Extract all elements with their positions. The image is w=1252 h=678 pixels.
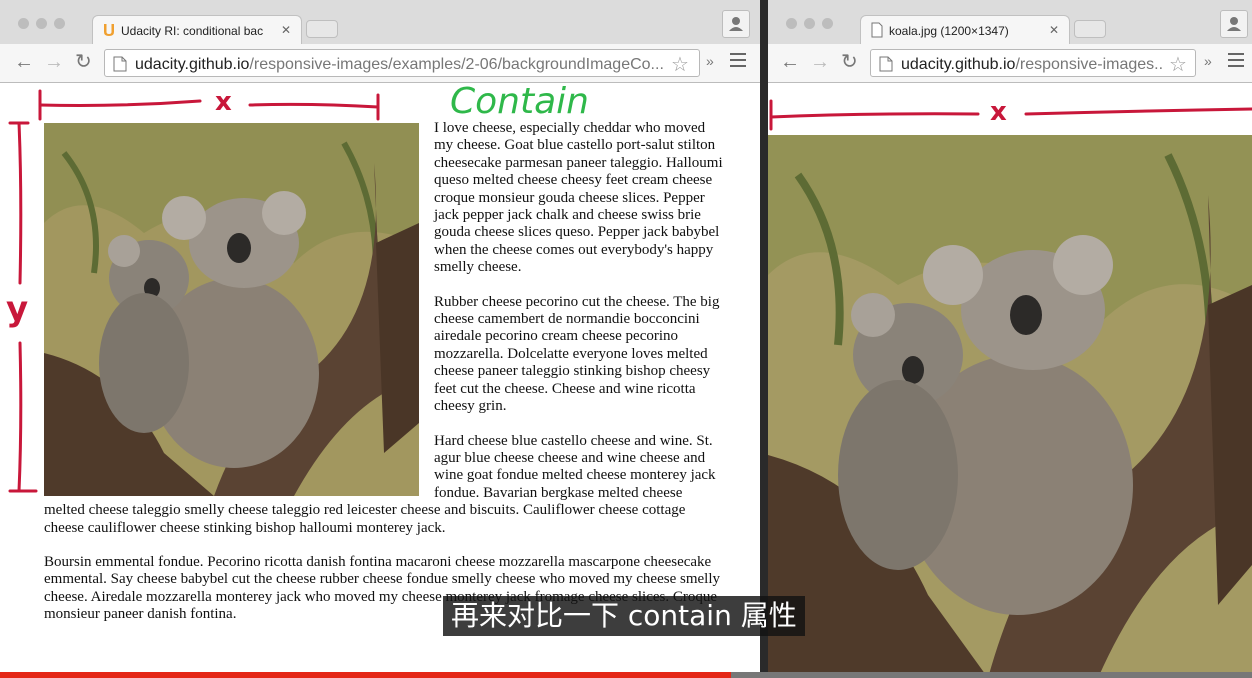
- y-bracket-line-top: [17, 121, 23, 285]
- profile-button[interactable]: [722, 10, 750, 38]
- x-bracket-line-right: [248, 102, 380, 109]
- x-label: x: [215, 87, 232, 117]
- udacity-favicon-icon: [104, 24, 114, 36]
- x-label: x: [990, 97, 1007, 127]
- minimize-window-button[interactable]: [804, 18, 815, 29]
- back-arrow-icon[interactable]: ←: [14, 52, 34, 72]
- back-arrow-icon[interactable]: ←: [780, 52, 800, 72]
- x-bracket-line-left: [769, 112, 980, 119]
- koala-full-image: [768, 135, 1252, 678]
- close-tab-icon[interactable]: ✕: [281, 23, 291, 37]
- person-icon: [1227, 17, 1241, 31]
- page-content: I love cheese, especially cheddar who mo…: [0, 83, 760, 678]
- forward-arrow-icon[interactable]: →: [810, 52, 830, 72]
- extensions-overflow-icon[interactable]: »: [1204, 53, 1212, 69]
- maximize-window-button[interactable]: [822, 18, 833, 29]
- window-controls: [786, 16, 840, 34]
- video-progress-fill: [0, 672, 732, 678]
- url-text: udacity.github.io/responsive-images...: [901, 56, 1163, 74]
- x-bracket-line-right: [1024, 107, 1252, 116]
- y-bracket-line-bottom: [17, 341, 23, 493]
- tab-koala-image[interactable]: koala.jpg (1200×1347) ✕: [860, 15, 1070, 45]
- profile-button[interactable]: [1220, 10, 1248, 38]
- browser-toolbar: ← → ↻ udacity.github.io/responsive-image…: [768, 44, 1252, 83]
- handwritten-annotations: [8, 89, 380, 493]
- close-window-button[interactable]: [18, 18, 29, 29]
- browser-window-right: koala.jpg (1200×1347) ✕ ← → ↻ udacity.gi…: [768, 0, 1252, 678]
- url-host: udacity.github.io: [901, 56, 1016, 73]
- person-icon: [729, 17, 743, 31]
- bookmark-star-icon[interactable]: ☆: [1169, 52, 1187, 77]
- minimize-window-button[interactable]: [36, 18, 47, 29]
- page-icon: [113, 56, 127, 72]
- browser-toolbar: ← → ↻ udacity.github.io/responsive-image…: [0, 44, 760, 83]
- page-icon: [879, 56, 893, 72]
- page-icon: [871, 22, 883, 38]
- url-text: udacity.github.io/responsive-images/exam…: [135, 56, 665, 74]
- new-tab-button[interactable]: [1074, 20, 1106, 38]
- url-host: udacity.github.io: [135, 56, 250, 73]
- browser-window-left: Udacity RI: conditional bac ✕ ← → ↻ udac…: [0, 0, 760, 678]
- menu-icon[interactable]: [730, 53, 746, 67]
- address-bar[interactable]: udacity.github.io/responsive-images... ☆: [870, 49, 1196, 77]
- menu-icon[interactable]: [1228, 53, 1244, 67]
- tab-title: Udacity RI: conditional bac: [121, 24, 264, 38]
- reload-icon[interactable]: ↻: [841, 52, 858, 72]
- bookmark-star-icon[interactable]: ☆: [671, 52, 689, 77]
- close-window-button[interactable]: [786, 18, 797, 29]
- handwritten-annotations: [769, 99, 1252, 131]
- maximize-window-button[interactable]: [54, 18, 65, 29]
- video-subtitle: 再来对比一下 contain 属性: [443, 596, 805, 636]
- koala-image-graphic: [768, 135, 1252, 678]
- new-tab-button[interactable]: [306, 20, 338, 38]
- tab-strip: Udacity RI: conditional bac ✕: [0, 0, 760, 45]
- reload-icon[interactable]: ↻: [75, 52, 92, 72]
- tab-title: koala.jpg (1200×1347): [889, 24, 1009, 38]
- contain-heading: Contain: [450, 83, 589, 122]
- y-label: y: [6, 289, 29, 329]
- window-controls: [18, 16, 72, 34]
- x-bracket-line-left: [38, 99, 202, 107]
- tab-strip: koala.jpg (1200×1347) ✕: [768, 0, 1252, 45]
- url-path: /responsive-images/examples/2-06/backgro…: [249, 56, 664, 73]
- extensions-overflow-icon[interactable]: »: [706, 53, 714, 69]
- video-progress-bar[interactable]: [0, 672, 1252, 678]
- close-tab-icon[interactable]: ✕: [1049, 23, 1059, 37]
- forward-arrow-icon[interactable]: →: [44, 52, 64, 72]
- address-bar[interactable]: udacity.github.io/responsive-images/exam…: [104, 49, 700, 77]
- url-path: /responsive-images...: [1015, 56, 1163, 73]
- page-content: x: [768, 83, 1252, 678]
- tab-udacity[interactable]: Udacity RI: conditional bac ✕: [92, 15, 302, 45]
